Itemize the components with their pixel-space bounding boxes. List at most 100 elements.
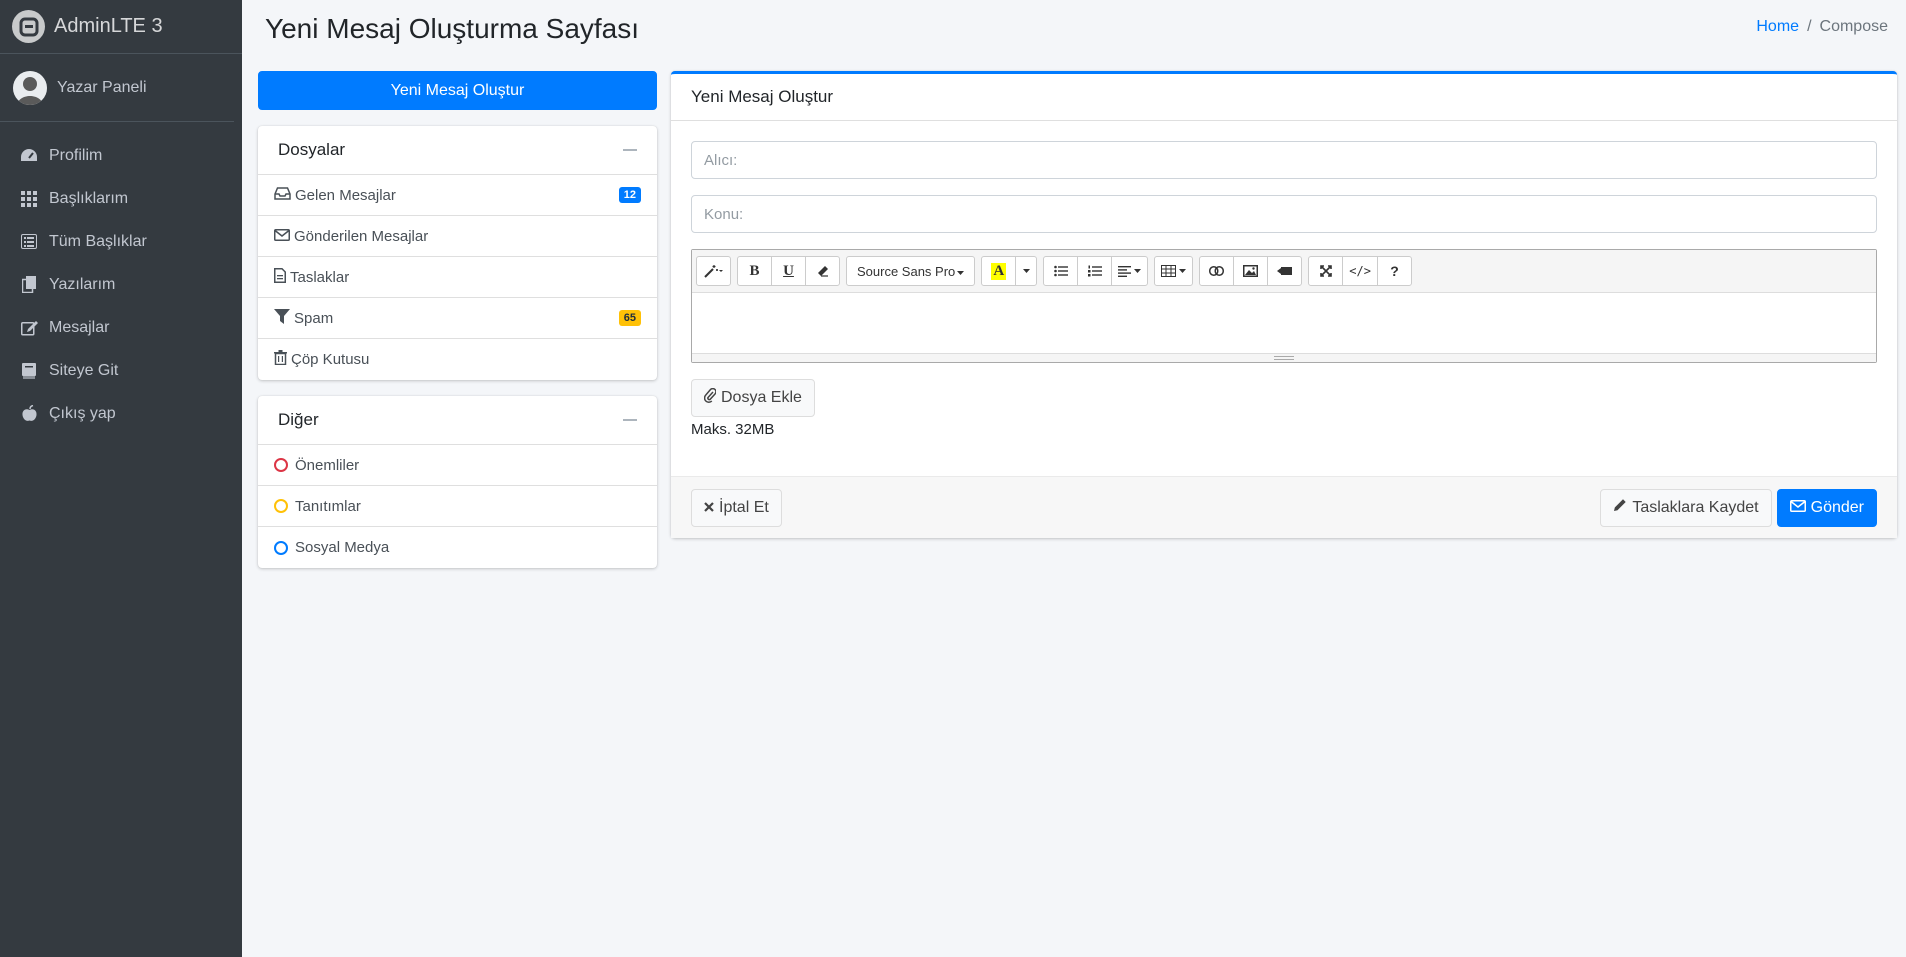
folder-label: Çöp Kutusu	[291, 351, 370, 368]
inbox-icon	[274, 186, 291, 204]
labels-card-header: Diğer	[258, 396, 657, 445]
recipient-input[interactable]: Alıcı:	[691, 141, 1877, 179]
cancel-label: İptal Et	[719, 498, 769, 516]
sidebar-item-label: Siteye Git	[49, 361, 119, 379]
sidebar-item-yazilarim[interactable]: Yazılarım	[0, 263, 242, 306]
sidebar-item-label: Çıkış yap	[49, 404, 116, 422]
mailbox-sidebar: Yeni Mesaj Oluştur Dosyalar Gelen Mesajl…	[258, 71, 657, 568]
folder-label: Spam	[294, 309, 334, 327]
list-icon	[20, 233, 38, 251]
sidebar-item-label: Profilim	[49, 146, 103, 164]
folder-label: Gelen Mesajlar	[295, 186, 396, 204]
paragraph-align-icon[interactable]	[1111, 256, 1149, 286]
link-icon[interactable]	[1199, 256, 1235, 286]
folder-label: Taslaklar	[290, 268, 350, 286]
style-magic-icon[interactable]	[696, 256, 731, 286]
trash-icon	[274, 350, 287, 369]
sidebar-item-label: Başlıklarım	[49, 189, 129, 207]
inbox-count-badge: 12	[618, 187, 641, 203]
label-text: Sosyal Medya	[295, 539, 390, 556]
folder-item-drafts[interactable]: Taslaklar	[258, 257, 657, 298]
labels-card: Diğer Önemliler Tanıtımlar Sosyal Medya	[258, 396, 657, 568]
sidebar-item-label: Tüm Başlıklar	[49, 232, 147, 250]
label-item-social[interactable]: Sosyal Medya	[258, 527, 657, 568]
max-size-text: Maks. 32MB	[691, 421, 775, 438]
breadcrumb: Home / Compose	[1756, 18, 1888, 36]
folder-item-spam[interactable]: Spam 65	[258, 298, 657, 339]
caret-down-icon	[957, 264, 965, 279]
eraser-icon[interactable]	[805, 256, 840, 286]
compose-body: Alıcı: Konu: B U Source Sans Pro A </> ?…	[671, 121, 1897, 438]
label-item-important[interactable]: Önemliler	[258, 445, 657, 486]
envelope-icon	[274, 228, 290, 245]
sidebar-item-siteye-git[interactable]: Siteye Git	[0, 349, 242, 392]
sidebar-item-tum-basliklar[interactable]: Tüm Başlıklar	[0, 220, 242, 263]
editor-content-area[interactable]	[692, 293, 1876, 353]
brand-name: AdminLTE 3	[54, 15, 163, 37]
table-icon[interactable]	[1154, 256, 1194, 286]
sidebar-item-basliklarim[interactable]: Başlıklarım	[0, 177, 242, 220]
save-draft-button[interactable]: Taslaklara Kaydet	[1600, 488, 1772, 527]
sidebar-item-mesajlar[interactable]: Mesajlar	[0, 306, 242, 349]
file-icon	[274, 267, 286, 287]
code-view-icon[interactable]: </>	[1342, 256, 1378, 286]
sidebar-item-cikis-yap[interactable]: Çıkış yap	[0, 392, 242, 435]
filter-icon	[274, 308, 290, 328]
circle-icon	[274, 540, 288, 555]
help-icon[interactable]: ?	[1376, 256, 1412, 286]
folder-item-inbox[interactable]: Gelen Mesajlar 12	[258, 175, 657, 216]
font-family-dropdown[interactable]: Source Sans Pro	[846, 256, 976, 286]
underline-icon[interactable]: U	[771, 256, 806, 286]
apple-icon	[20, 405, 38, 423]
new-message-button[interactable]: Yeni Mesaj Oluştur	[258, 71, 657, 110]
send-button[interactable]: Gönder	[1776, 488, 1877, 527]
folders-card: Dosyalar Gelen Mesajlar 12 Gönderilen Me…	[258, 126, 657, 380]
breadcrumb-separator: /	[1807, 18, 1812, 35]
send-label: Gönder	[1810, 498, 1864, 516]
sidebar-item-label: Yazılarım	[49, 275, 116, 293]
image-icon[interactable]	[1233, 256, 1269, 286]
attach-file-button[interactable]: Dosya Ekle	[691, 379, 815, 417]
editor-resize-handle[interactable]	[692, 353, 1876, 362]
collapse-icon[interactable]	[623, 419, 637, 421]
circle-icon	[274, 499, 288, 513]
edit-icon	[20, 319, 38, 337]
compose-card: Yeni Mesaj Oluştur Alıcı: Konu: B U Sour…	[671, 71, 1897, 538]
highlight-color-icon[interactable]: A	[981, 256, 1017, 286]
font-family-value: Source Sans Pro	[857, 263, 956, 279]
video-icon[interactable]	[1267, 256, 1303, 286]
folder-item-sent[interactable]: Gönderilen Mesajlar	[258, 216, 657, 257]
compose-footer: İptal Et Taslaklara Kaydet Gönder	[671, 476, 1897, 538]
user-name: Yazar Paneli	[57, 78, 147, 96]
sidebar-item-profilim[interactable]: Profilim	[0, 134, 242, 177]
fullscreen-icon[interactable]	[1308, 256, 1344, 286]
ordered-list-icon[interactable]	[1077, 256, 1113, 286]
unordered-list-icon[interactable]	[1043, 256, 1079, 286]
subject-input[interactable]: Konu:	[691, 195, 1877, 233]
grid-icon	[20, 190, 38, 208]
collapse-icon[interactable]	[623, 149, 637, 151]
cancel-button[interactable]: İptal Et	[691, 488, 782, 527]
dashboard-icon	[20, 147, 38, 165]
sidebar-nav: Profilim Başlıklarım Tüm Başlıklar Yazıl…	[0, 122, 242, 435]
label-item-promotions[interactable]: Tanıtımlar	[258, 486, 657, 527]
folders-title: Dosyalar	[278, 140, 346, 159]
envelope-icon	[1789, 499, 1806, 517]
labels-title: Diğer	[278, 410, 319, 429]
user-panel[interactable]: Yazar Paneli	[0, 54, 234, 122]
close-icon	[704, 499, 714, 517]
page-title: Yeni Mesaj Oluşturma Sayfası	[265, 13, 640, 44]
folders-card-header: Dosyalar	[258, 126, 657, 175]
sidebar-item-label: Mesajlar	[49, 318, 110, 336]
color-dropdown-caret-icon[interactable]	[1015, 256, 1038, 286]
paperclip-icon	[703, 387, 717, 408]
avatar	[13, 70, 47, 105]
bold-icon[interactable]: B	[737, 256, 772, 286]
breadcrumb-current: Compose	[1819, 18, 1888, 35]
breadcrumb-home-link[interactable]: Home	[1756, 18, 1799, 36]
label-text: Önemliler	[295, 456, 360, 474]
folder-item-trash[interactable]: Çöp Kutusu	[258, 339, 657, 380]
book-icon	[20, 362, 38, 380]
brand-link[interactable]: AdminLTE 3	[0, 0, 242, 54]
circle-icon	[274, 458, 288, 472]
